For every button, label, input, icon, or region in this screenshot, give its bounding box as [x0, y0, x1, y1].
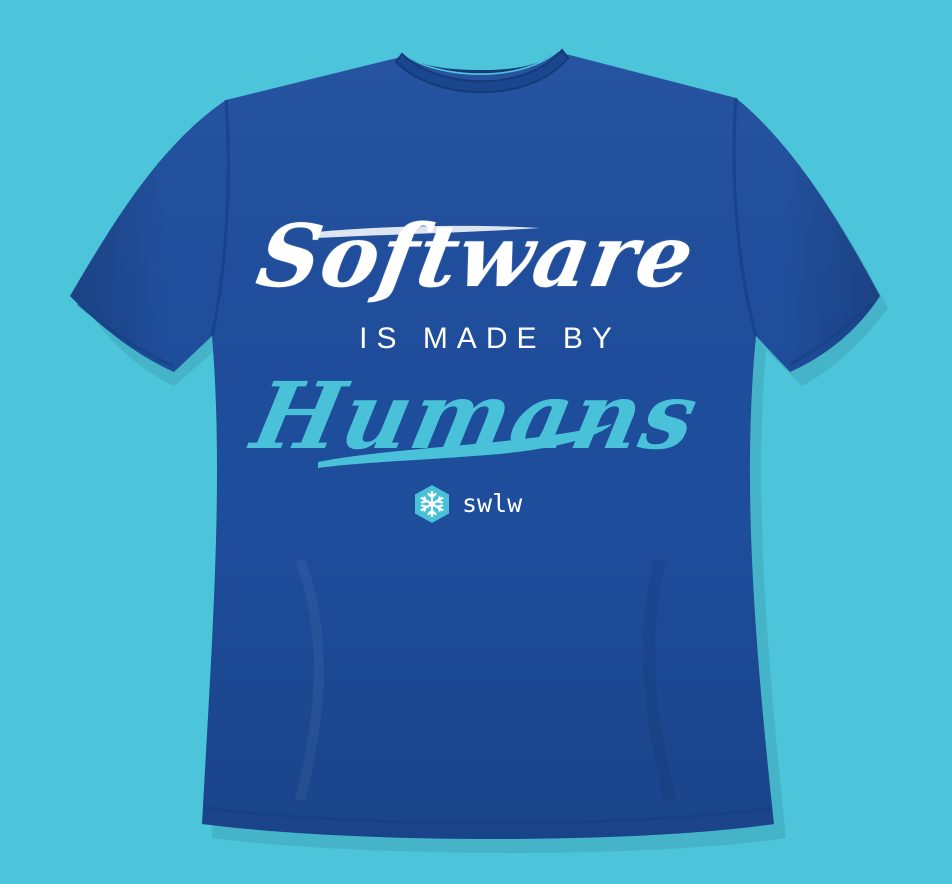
snowflake-icon [415, 485, 449, 523]
print-headline: Software [250, 206, 702, 307]
brand-name: swlw [462, 489, 523, 518]
print-accent-word: Humans [243, 362, 709, 470]
product-photo: Software IS MADE BY Humans swlw [0, 0, 952, 884]
brand-logo: swlw [412, 484, 522, 524]
print-subline: IS MADE BY [359, 322, 621, 355]
